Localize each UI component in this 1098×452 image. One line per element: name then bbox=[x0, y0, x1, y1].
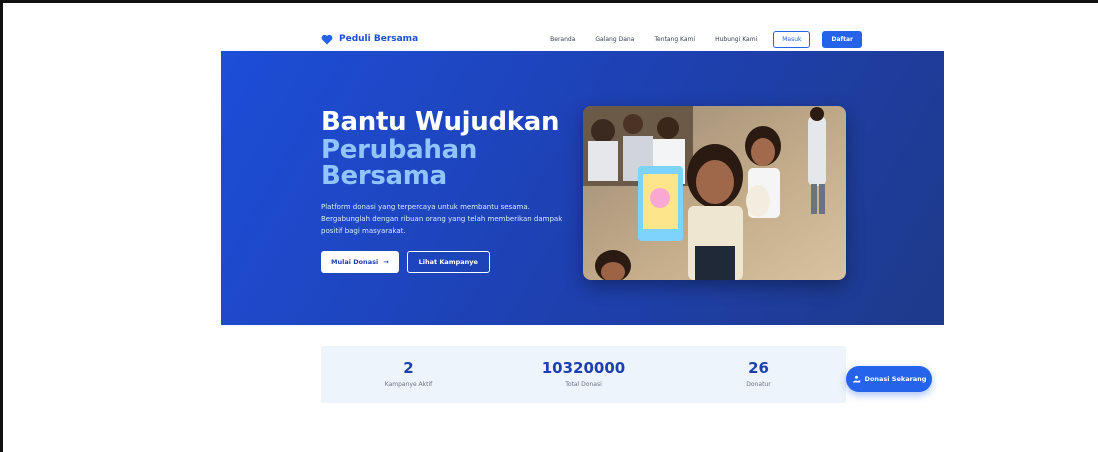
hero-description: Platform donasi yang terpercaya untuk me… bbox=[321, 203, 563, 235]
hero-title-line3: Bersama bbox=[321, 161, 447, 191]
hero-title-line1: Bantu Wujudkan bbox=[321, 107, 560, 137]
brand-logo[interactable]: Peduli Bersama bbox=[321, 34, 418, 45]
nav-link-hubungi-kami[interactable]: Hubungi Kami bbox=[715, 36, 757, 43]
navbar: Peduli Bersama Beranda Galang Dana Tenta… bbox=[221, 27, 944, 51]
arrow-right-icon: → bbox=[383, 258, 389, 266]
stats-panel: 2 Kampanye Aktif 10320000 Total Donasi 2… bbox=[321, 346, 846, 403]
frame-border-left bbox=[0, 0, 3, 452]
stat-value: 2 bbox=[403, 359, 414, 377]
hero-section: Bantu Wujudkan Perubahan Bersama Platfor… bbox=[221, 51, 944, 325]
nav-link-tentang-kami[interactable]: Tentang Kami bbox=[654, 36, 695, 43]
start-donation-button[interactable]: Mulai Donasi → bbox=[321, 251, 399, 273]
hero-buttons: Mulai Donasi → Lihat Kampanye bbox=[321, 251, 571, 273]
heart-icon bbox=[321, 34, 333, 44]
stat-value: 10320000 bbox=[541, 359, 626, 377]
nav-link-galang-dana[interactable]: Galang Dana bbox=[595, 36, 634, 43]
nav-link-beranda[interactable]: Beranda bbox=[550, 36, 575, 43]
frame-border-top bbox=[0, 0, 1098, 3]
children-photo-illustration bbox=[583, 106, 846, 280]
donate-now-button[interactable]: Donasi Sekarang bbox=[846, 366, 932, 392]
register-button[interactable]: Daftar bbox=[822, 30, 862, 48]
hero-text: Bantu Wujudkan Perubahan Bersama Platfor… bbox=[321, 107, 571, 273]
donate-hand-icon bbox=[852, 375, 860, 382]
login-button[interactable]: Masuk bbox=[773, 30, 811, 48]
start-donation-label: Mulai Donasi bbox=[331, 258, 379, 266]
stat-label: Kampanye Aktif bbox=[384, 381, 433, 388]
hero-title-line2: Perubahan bbox=[321, 135, 478, 165]
hero-photo bbox=[583, 106, 846, 280]
stat-label: Total Donasi bbox=[565, 381, 602, 388]
stat-value: 26 bbox=[748, 359, 769, 377]
stat-total-donations: 10320000 Total Donasi bbox=[496, 346, 671, 403]
donate-now-label: Donasi Sekarang bbox=[864, 375, 927, 383]
stat-donors: 26 Donatur bbox=[671, 346, 846, 403]
view-campaigns-button[interactable]: Lihat Kampanye bbox=[406, 251, 490, 273]
stat-label: Donatur bbox=[746, 381, 771, 388]
stat-active-campaigns: 2 Kampanye Aktif bbox=[321, 346, 496, 403]
nav-links: Beranda Galang Dana Tentang Kami Hubungi… bbox=[530, 30, 862, 48]
brand-name: Peduli Bersama bbox=[339, 34, 419, 44]
